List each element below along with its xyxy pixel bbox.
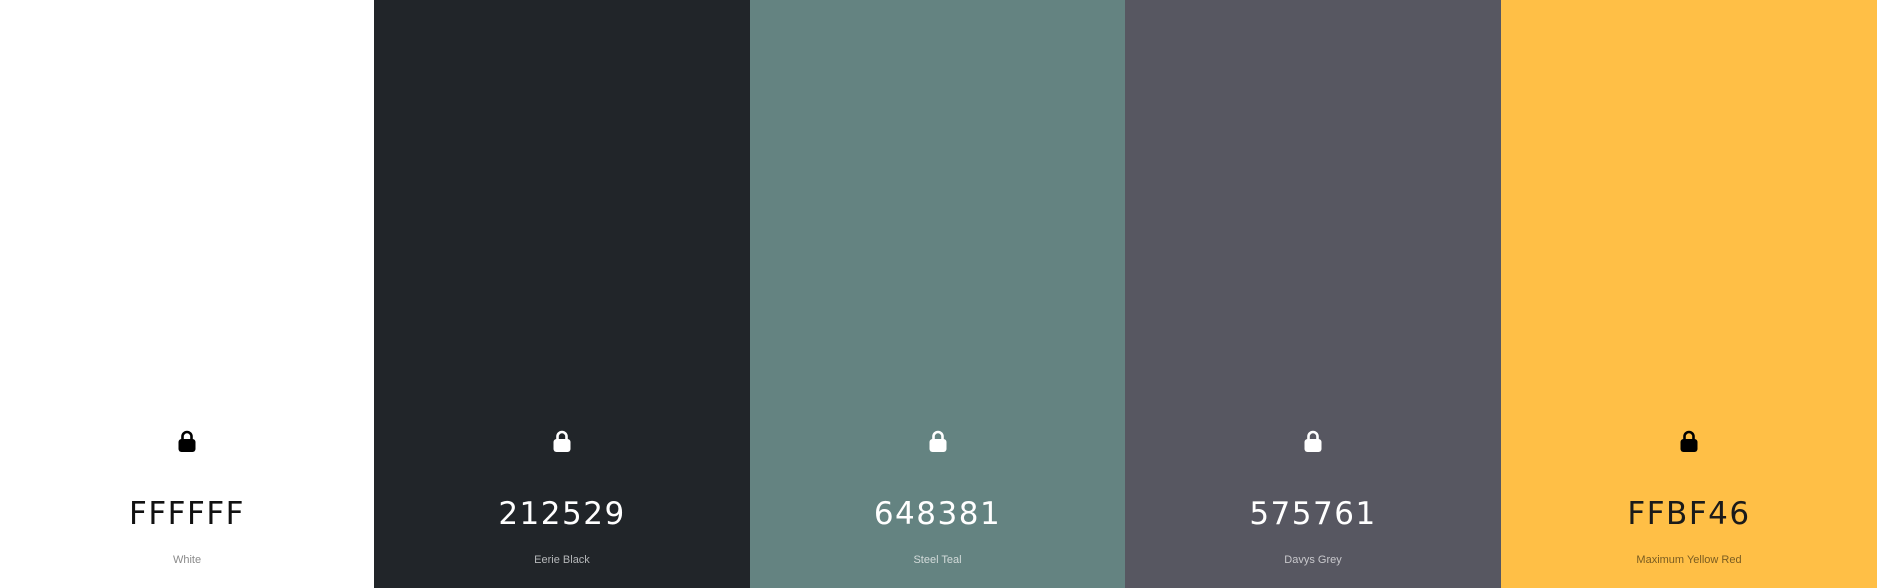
color-palette: FFFFFF White 212529 Eerie Black 648381 S… <box>0 0 1877 588</box>
lock-icon[interactable] <box>552 429 572 453</box>
swatch-white[interactable]: FFFFFF White <box>0 0 374 588</box>
swatch-eerie-black[interactable]: 212529 Eerie Black <box>374 0 750 588</box>
color-name[interactable]: Eerie Black <box>374 553 750 567</box>
color-name[interactable]: Davys Grey <box>1125 553 1501 567</box>
hex-code[interactable]: 575761 <box>1125 494 1501 534</box>
swatch-steel-teal[interactable]: 648381 Steel Teal <box>750 0 1125 588</box>
lock-icon[interactable] <box>928 429 948 453</box>
swatch-maximum-yellow-red[interactable]: FFBF46 Maximum Yellow Red <box>1501 0 1877 588</box>
hex-code[interactable]: 648381 <box>750 494 1125 534</box>
hex-code[interactable]: FFFFFF <box>0 494 374 534</box>
lock-icon[interactable] <box>1303 429 1323 453</box>
hex-code[interactable]: FFBF46 <box>1501 494 1877 534</box>
hex-code[interactable]: 212529 <box>374 494 750 534</box>
color-name[interactable]: Steel Teal <box>750 553 1125 567</box>
swatch-davys-grey[interactable]: 575761 Davys Grey <box>1125 0 1501 588</box>
lock-icon[interactable] <box>177 429 197 453</box>
color-name[interactable]: White <box>0 553 374 567</box>
color-name[interactable]: Maximum Yellow Red <box>1501 553 1877 567</box>
lock-icon[interactable] <box>1679 429 1699 453</box>
